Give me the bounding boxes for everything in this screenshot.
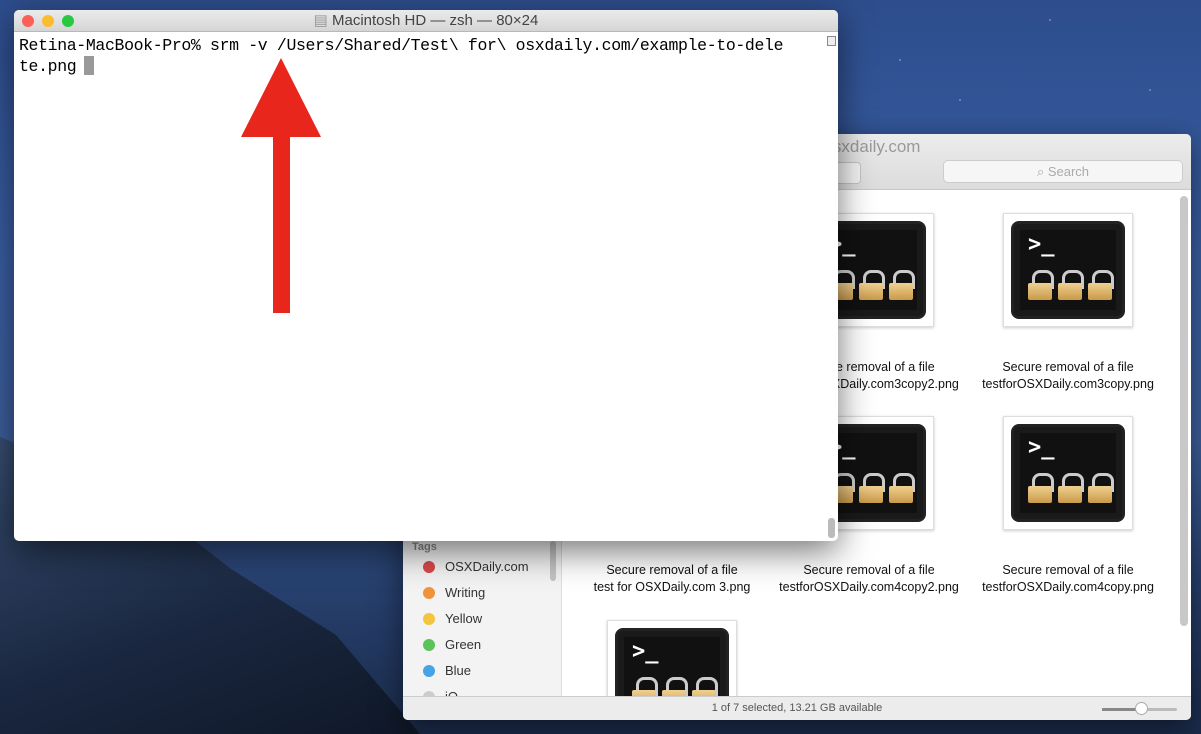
red-arrow-annotation [241,58,321,313]
arrow-up-icon [241,58,321,313]
